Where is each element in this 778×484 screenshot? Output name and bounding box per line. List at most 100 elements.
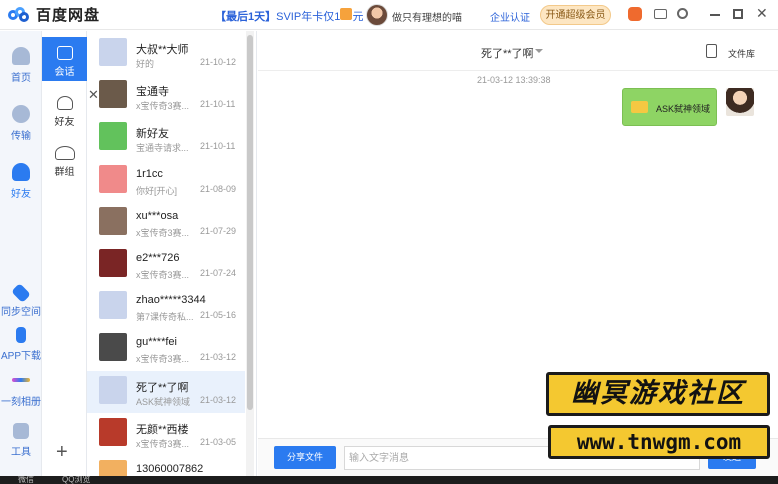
phone-icon: [16, 327, 26, 343]
last-message-preview: 你好[开心]: [136, 185, 178, 196]
contact-avatar: [99, 80, 127, 109]
contact-name: 新好友: [136, 128, 169, 141]
close-window-icon[interactable]: ✕: [756, 6, 770, 20]
last-message-date: 21-03-05: [200, 436, 237, 447]
tab-groups[interactable]: 群组: [42, 137, 87, 183]
app-title: 百度网盘: [36, 7, 101, 24]
home-icon: [12, 47, 30, 65]
taskbar-item-qq-browser[interactable]: QQ浏览: [62, 476, 90, 484]
watermark-logo: 幽冥游戏社区: [546, 372, 770, 416]
sync-icon: [11, 283, 31, 303]
title-bar: 百度网盘 【最后1天】SVIP年卡仅178元 做只有理想的喵 企业认证 开通超级…: [0, 0, 778, 30]
message-bubble[interactable]: ASK弑神领域: [622, 88, 717, 126]
conversation-item[interactable]: zhao*****3344 第7课传奇私... 21-05-16: [87, 286, 245, 328]
file-library-label[interactable]: 文件库: [728, 47, 755, 60]
maximize-icon[interactable]: [733, 9, 743, 19]
contact-avatar: [99, 417, 127, 446]
taskbar: 微信 QQ浏览: [0, 476, 778, 484]
nav-friends[interactable]: 好友: [0, 163, 42, 200]
tab-chat[interactable]: 会话: [42, 37, 87, 81]
last-message-date: 21-10-11: [200, 141, 236, 152]
nav-home[interactable]: 首页: [0, 47, 42, 84]
last-message-date: 21-07-29: [200, 225, 237, 236]
nav-home-label: 首页: [11, 73, 31, 84]
conversation-item[interactable]: 大叔**大师 好的 21-10-12: [87, 33, 245, 75]
contact-name: zhao*****3344: [136, 294, 206, 307]
my-avatar: [726, 88, 754, 116]
open-super-vip-button[interactable]: 开通超级会员: [540, 5, 611, 25]
album-icon: [12, 378, 30, 382]
app-logo: 百度网盘: [8, 4, 100, 25]
nav-friends-label: 好友: [11, 189, 31, 200]
nav-album[interactable]: 一刻相册: [0, 371, 42, 408]
add-contact-button[interactable]: +: [56, 442, 68, 462]
contact-name: 无颜**西楼: [136, 423, 189, 436]
nav-album-label: 一刻相册: [1, 397, 41, 408]
file-library-icon[interactable]: [706, 44, 717, 58]
last-message-preview: 宝通寺请求...: [136, 143, 189, 154]
chevron-down-icon[interactable]: [535, 49, 543, 53]
last-message-date: 21-08-09: [200, 183, 237, 194]
conversation-item[interactable]: gu****fei x宝传奇3赛... 21-03-12: [87, 328, 245, 370]
group-icon: [54, 146, 75, 160]
nav-app-download[interactable]: APP下载: [0, 327, 42, 362]
user-name[interactable]: 做只有理想的喵: [392, 9, 462, 24]
nav-sync-space[interactable]: 同步空间: [0, 283, 42, 318]
contact-name: 死了**了啊: [136, 381, 189, 394]
transfer-icon: [12, 105, 30, 123]
conversation-item[interactable]: e2***726 x宝传奇3赛... 21-07-24: [87, 244, 245, 286]
nav-app-label: APP下载: [0, 351, 41, 362]
gift-icon[interactable]: [340, 8, 352, 20]
conversation-item[interactable]: 新好友宝通寺请求... 21-10-11: [87, 117, 245, 159]
last-message-preview: x宝传奇3赛...: [136, 270, 190, 280]
contact-avatar: [99, 206, 127, 235]
minimize-icon[interactable]: [710, 14, 720, 16]
conversation-list: ✕ 大叔**大师 好的 21-10-12 宝通寺 x宝传奇3赛... 21-10-11 新好…: [87, 31, 257, 484]
contact-avatar: [99, 122, 127, 151]
enterprise-verify-link[interactable]: 企业认证: [490, 9, 530, 24]
tools-icon: [13, 423, 29, 439]
contact-name: 宝通寺: [136, 86, 169, 99]
chat-title[interactable]: 死了**了啊: [481, 45, 534, 61]
contact-name: gu****fei: [136, 336, 177, 349]
tab-friends[interactable]: 好友: [42, 87, 87, 133]
mail-icon[interactable]: [654, 9, 667, 19]
tab-chat-label: 会话: [54, 67, 75, 78]
user-avatar[interactable]: [366, 4, 388, 26]
conversation-scrollbar[interactable]: [246, 31, 254, 484]
person-icon: [56, 96, 73, 110]
share-file-button[interactable]: 分享文件: [274, 446, 336, 469]
contact-avatar: [99, 333, 127, 362]
contact-avatar: [99, 38, 127, 66]
taskbar-item-wechat[interactable]: 微信: [18, 476, 34, 484]
scroll-thumb[interactable]: [247, 35, 253, 410]
last-message-preview: x宝传奇3赛...: [136, 438, 190, 449]
nav-transfer[interactable]: 传输: [0, 105, 42, 142]
last-message-date: 21-03-12: [200, 394, 237, 405]
contact-avatar: [99, 164, 127, 193]
nav-sync-label: 同步空间: [1, 307, 41, 318]
conversation-item[interactable]: 无颜**西楼 x宝传奇3赛... 21-03-05: [87, 413, 245, 455]
conversation-item[interactable]: 死了**了啊 ASK弑神领域 21-03-12: [87, 370, 245, 413]
baidu-pan-logo-icon: [8, 6, 30, 23]
last-message-date: 21-10-11: [200, 99, 236, 110]
last-message-preview: 好的: [136, 59, 155, 69]
contact-avatar: [99, 291, 127, 320]
chat-pane: 死了**了啊 文件库 21-03-12 13:39:38 ASK弑神领域 分享文…: [258, 31, 778, 484]
settings-gear-icon[interactable]: [677, 8, 688, 19]
friends-icon: [12, 163, 30, 181]
conversation-item[interactable]: 宝通寺 x宝传奇3赛... 21-10-11: [87, 75, 245, 117]
message-timestamp: 21-03-12 13:39:38: [477, 75, 551, 85]
close-conversation-icon[interactable]: ✕: [88, 87, 99, 103]
conversation-item[interactable]: xu***osa x宝传奇3赛... 21-07-29: [87, 202, 245, 244]
conversation-item[interactable]: 1r1cc 你好[开心] 21-08-09: [87, 160, 245, 202]
last-message-date: 21-03-12: [200, 352, 237, 363]
contact-name: e2***726: [136, 252, 180, 264]
game-icon[interactable]: [628, 7, 642, 21]
last-message-date: 21-05-16: [200, 310, 237, 321]
last-message-preview: x宝传奇3赛...: [136, 101, 190, 112]
message-text: ASK弑神领域: [656, 104, 711, 114]
last-message-preview: 第7课传奇私...: [136, 312, 194, 323]
nav-tools[interactable]: 工具: [0, 423, 42, 458]
last-message-date: 21-10-12: [200, 57, 237, 67]
